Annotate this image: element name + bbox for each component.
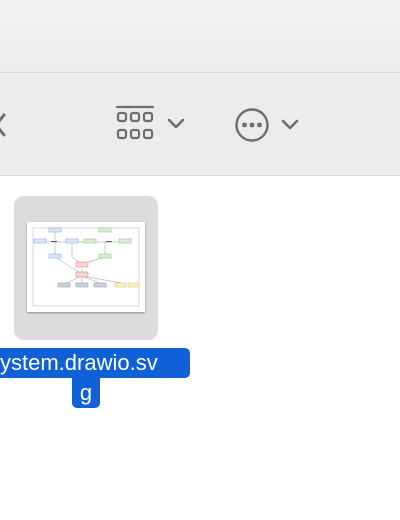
- chevron-down-icon: [167, 118, 185, 129]
- chevron-left-icon[interactable]: [0, 111, 8, 139]
- file-thumbnail[interactable]: [14, 196, 158, 340]
- file-item[interactable]: ystem.drawio.sv g: [0, 196, 200, 416]
- more-actions-button[interactable]: [230, 103, 306, 147]
- diagram-preview-image: [27, 222, 145, 312]
- finder-window: ystem.drawio.sv g: [0, 0, 400, 520]
- chevron-down-icon: [281, 119, 299, 130]
- diagram-preview-graphic: [32, 227, 140, 307]
- ellipsis-circle-icon: [235, 108, 269, 142]
- toolbar: [0, 72, 400, 176]
- file-name-label-continuation[interactable]: g: [72, 378, 100, 408]
- file-name-label[interactable]: ystem.drawio.sv: [0, 348, 190, 378]
- grid-view-icon: [116, 105, 154, 140]
- title-bar: [0, 0, 400, 72]
- file-browser-content[interactable]: ystem.drawio.sv g: [0, 176, 400, 520]
- group-view-button[interactable]: [112, 103, 192, 147]
